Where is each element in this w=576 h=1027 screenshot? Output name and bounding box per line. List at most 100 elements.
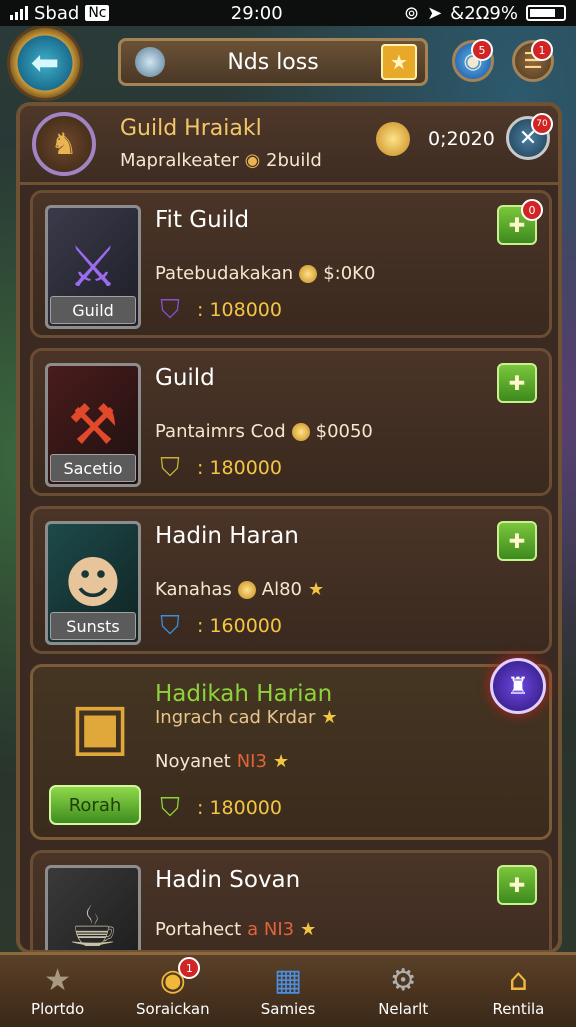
clock: 29:00 <box>230 2 283 24</box>
list-item[interactable]: ☻ Sunsts Hadin Haran Kanahas Al80 ★ ⛉ : … <box>30 506 552 654</box>
item-info-value: $0050 <box>315 421 373 442</box>
swords-icon: ✚ <box>508 529 526 553</box>
nav-item-soraickan[interactable]: ◉ Soraickan 1 <box>115 955 230 1027</box>
item-info: Noyanet NI3 ★ <box>155 751 289 772</box>
notification-badge: 70 <box>531 113 553 135</box>
item-title: Hadikah Harian <box>155 681 333 707</box>
battery-text: &2Ω9% <box>450 2 518 24</box>
title-banner: Nds loss ★ <box>118 38 428 86</box>
join-action-button[interactable]: ✚ <box>497 363 537 403</box>
item-thumbnail: ⚒ Sacetio <box>45 363 141 487</box>
status-badge: Nc <box>85 5 110 21</box>
item-info-text: Patebudakakan <box>155 263 294 284</box>
item-subtitle: Ingrach cad Krdar ★ <box>155 707 338 728</box>
gem-icon <box>135 47 165 77</box>
notification-badge: 1 <box>178 957 201 979</box>
list-item[interactable]: ⚒ Sacetio Guild Pantaimrs Cod $0050 ⛉ : … <box>30 348 552 496</box>
item-tag: Sunsts <box>50 612 136 640</box>
nav-label: Samies <box>260 1000 316 1018</box>
mug-icon: ☕ <box>67 894 119 954</box>
join-button[interactable]: Rorah <box>49 785 141 825</box>
item-amount-row: ⛉ : 108000 <box>155 293 282 327</box>
gear-icon: ⚙ <box>389 963 417 998</box>
item-info-text: Kanahas <box>155 579 232 600</box>
shield-icon: ⛉ <box>160 294 180 325</box>
nav-label: Nelarlt <box>378 1000 429 1018</box>
guild-crest-icon: ♞ <box>32 112 96 176</box>
star-icon: ★ <box>44 963 72 998</box>
item-amount: : 108000 <box>197 299 282 321</box>
item-subtitle-text: Ingrach cad Krdar <box>155 707 316 728</box>
guild-score: 0;2020 <box>428 128 495 150</box>
item-info: Kanahas Al80 ★ <box>155 579 324 600</box>
item-info: Patebudakakan $:0K0 <box>155 263 375 284</box>
nav-label: Plortdo <box>31 1000 85 1018</box>
event-badge-button[interactable]: ♜ <box>490 658 546 714</box>
list-item[interactable]: ☕ Hadin Sovan Portahect a NI3 ★ ✚ <box>30 850 552 954</box>
item-thumbnail: ☕ <box>45 865 141 954</box>
swords-icon: ✚ <box>508 371 526 395</box>
top-bar: ⬅ Nds loss ★ ◉ 5 ☰ 1 <box>0 26 576 102</box>
carrier-label: Sbad <box>34 2 80 24</box>
featured-list-item[interactable]: ▣ Hadikah Harian Ingrach cad Krdar ★ Noy… <box>30 664 552 840</box>
item-amount: : 180000 <box>197 457 282 479</box>
item-info: Pantaimrs Cod $0050 <box>155 421 373 442</box>
gold-icon <box>376 122 410 156</box>
page-title: Nds loss <box>227 49 319 75</box>
item-thumbnail: ⚔ Guild <box>45 205 141 329</box>
guild-subtitle-right: 2build <box>266 150 322 171</box>
item-info-text: Portahect <box>155 919 242 940</box>
item-amount: : 180000 <box>197 797 282 819</box>
star-icon[interactable]: ★ <box>381 44 417 80</box>
status-bar: Sbad Nc 29:00 ⊚ ➤ &2Ω9% <box>0 0 576 26</box>
nav-item-nelarlt[interactable]: ⚙ Nelarlt <box>346 955 461 1027</box>
item-info: Portahect a NI3 ★ <box>155 919 316 940</box>
close-button[interactable]: ✕ 70 <box>506 113 553 160</box>
join-action-button[interactable]: ✚ 0 <box>497 199 543 245</box>
item-title: Hadin Sovan <box>155 867 300 893</box>
castle-icon: ♜ <box>507 672 529 700</box>
item-info-value: NI3 <box>236 751 267 772</box>
item-info-value: a NI3 <box>247 919 295 940</box>
item-info-value: Al80 <box>261 579 302 600</box>
menu-button[interactable]: ☰ 1 <box>512 39 554 82</box>
sync-icon: ⊚ <box>403 2 420 24</box>
coin-icon <box>299 264 318 283</box>
item-title: Fit Guild <box>155 207 250 233</box>
item-amount-row: ⛉ : 160000 <box>155 609 282 643</box>
star-icon: ★ <box>308 579 325 600</box>
house-icon: ⌂ <box>508 963 528 998</box>
join-action-button[interactable]: ✚ <box>497 865 537 905</box>
coin-icon <box>291 422 310 441</box>
guild-subtitle: Mapralkeater ◉ 2build <box>120 150 322 171</box>
item-tag: Guild <box>50 296 136 324</box>
star-icon: ★ <box>321 707 338 728</box>
nav-item-rentila[interactable]: ⌂ Rentila <box>461 955 576 1027</box>
star-icon: ★ <box>300 919 317 940</box>
item-title: Guild <box>155 365 215 391</box>
nav-item-plortdo[interactable]: ★ Plortdo <box>0 955 115 1027</box>
location-icon: ➤ <box>427 2 443 24</box>
list-item[interactable]: ⚔ Guild Fit Guild Patebudakakan $:0K0 ⛉ … <box>30 190 552 338</box>
shield-icon: ⛉ <box>160 792 180 823</box>
globe-button[interactable]: ◉ 5 <box>452 39 494 82</box>
item-amount: : 160000 <box>197 615 282 637</box>
coin-icon: ◉ <box>244 150 261 171</box>
notification-badge: 0 <box>521 199 543 221</box>
item-title: Hadin Haran <box>155 523 299 549</box>
profile-emblem-icon[interactable]: ⬅ <box>10 28 80 98</box>
notification-badge: 5 <box>471 39 493 61</box>
item-info-text: Noyanet <box>155 751 231 772</box>
nav-label: Soraickan <box>136 1000 210 1018</box>
item-amount-row: ⛉ : 180000 <box>155 451 282 485</box>
coin-icon <box>237 580 256 599</box>
item-info-value: $:0K0 <box>323 263 376 284</box>
item-tag: Sacetio <box>50 454 136 482</box>
nav-item-samies[interactable]: ▦ Samies <box>230 955 345 1027</box>
guild-subtitle-left: Mapralkeater <box>120 150 239 171</box>
join-action-button[interactable]: ✚ <box>497 521 537 561</box>
guild-header: ♞ Guild Hraiakl Mapralkeater ◉ 2build 0;… <box>20 106 558 185</box>
shield-icon: ⛉ <box>160 452 180 483</box>
signal-icon <box>10 6 28 20</box>
star-icon: ★ <box>272 751 290 772</box>
